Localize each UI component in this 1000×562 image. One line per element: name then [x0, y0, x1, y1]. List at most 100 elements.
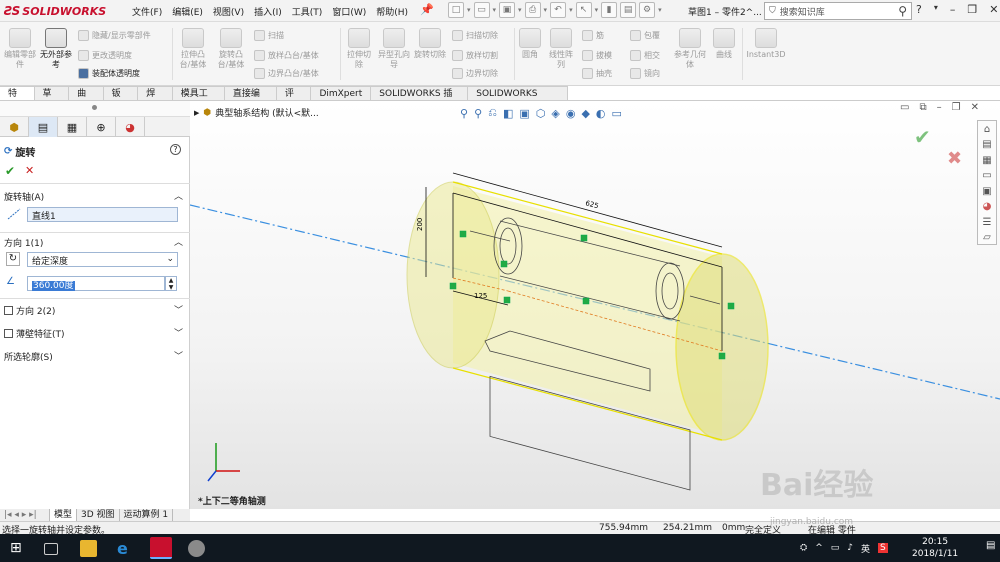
lofted-cut-button[interactable]: 放样切割 — [452, 50, 498, 61]
no-external-refs-button[interactable]: 无外部参考 — [40, 28, 72, 70]
taskbar-clock[interactable]: 20:15 2018/1/11 — [912, 536, 958, 560]
reverse-direction-icon[interactable]: ↻ — [6, 252, 20, 266]
search-box[interactable]: ⛉ 搜索知识库 ⚲ — [764, 2, 912, 20]
menu-window[interactable]: 窗口(W) — [330, 4, 368, 19]
display-manager-icon[interactable]: ◕ — [116, 117, 145, 137]
tab-dimxpert[interactable]: DimXpert — [311, 86, 372, 101]
boundary-cut-button[interactable]: 边界切除 — [452, 68, 498, 79]
expand-chevron-icon[interactable]: ﹀ — [174, 349, 183, 362]
thin-feature-header[interactable]: 薄壁特征(T) — [4, 327, 65, 340]
swept-cut-button[interactable]: 扫描切除 — [452, 30, 498, 41]
rebuild-icon[interactable]: ▮ — [601, 2, 618, 18]
solidworks-taskbar-icon[interactable] — [150, 537, 172, 559]
tab-sheet-metal[interactable]: 钣金 — [103, 86, 139, 113]
dimension-length[interactable]: 625 — [584, 199, 599, 210]
select-icon[interactable]: ↖ — [575, 2, 592, 18]
feature-manager-icon[interactable]: ⬢ — [0, 117, 29, 137]
assembly-transparency-button[interactable]: 装配体透明度 — [78, 68, 140, 79]
angle-spinner[interactable]: ▲ ▼ — [165, 276, 177, 291]
draft-button[interactable]: 拔模 — [582, 50, 612, 61]
forum-icon[interactable]: ▱ — [980, 232, 995, 245]
tray-ime-label[interactable]: 英 — [861, 542, 870, 555]
graphics-area[interactable]: ▶ ⬢ 典型轴系结构 (默认<默... ⚲ ⚲ ⎌ ◧ ▣ ⬡ ◈ ◉ ◆ ◐ … — [190, 101, 1000, 509]
axis-of-revolution-header[interactable]: 旋转轴(A) — [4, 190, 44, 203]
axis-selection-field[interactable]: 直线1 — [27, 207, 178, 222]
open-icon[interactable]: ▭ — [473, 2, 490, 18]
fillet-button[interactable]: 圆角 — [518, 28, 542, 60]
tray-network-icon[interactable]: ▭ — [831, 543, 840, 553]
tab-features[interactable]: 特征 — [0, 86, 35, 113]
view-palette-icon[interactable]: ▣ — [980, 185, 995, 198]
minimize-icon[interactable]: – — [950, 3, 956, 16]
menu-help[interactable]: 帮助(H) — [374, 4, 410, 19]
internet-explorer-icon[interactable]: e — [117, 540, 134, 557]
file-properties-icon[interactable]: ▤ — [620, 2, 637, 18]
tray-sogou-icon[interactable]: S — [878, 543, 888, 553]
appearances-icon[interactable]: ◕ — [980, 201, 995, 214]
revolved-cut-button[interactable]: 旋转切除 — [414, 28, 446, 60]
collapse-chevron-icon[interactable]: ︿ — [174, 235, 183, 248]
solidworks-logo[interactable]: ƧS SOLIDWORKS — [4, 3, 106, 19]
menu-view[interactable]: 视图(V) — [211, 4, 246, 19]
tab-3d-view[interactable]: 3D 视图 — [77, 509, 120, 521]
wrap-button[interactable]: 包覆 — [630, 30, 660, 41]
angle-input[interactable]: 360.00度 — [27, 276, 165, 291]
curves-button[interactable]: 曲线 — [710, 28, 738, 60]
menu-tools[interactable]: 工具(T) — [290, 4, 325, 19]
pin-icon[interactable]: 📌 — [420, 3, 434, 16]
extruded-cut-button[interactable]: 拉伸切除 — [344, 28, 374, 70]
notifications-icon[interactable]: ▤ — [986, 540, 995, 551]
direction1-header[interactable]: 方向 1(1) — [4, 236, 43, 249]
lofted-boss-button[interactable]: 放样凸台/基体 — [254, 50, 319, 61]
file-explorer-taskbar-icon[interactable] — [80, 540, 97, 557]
save-icon[interactable]: ▣ — [499, 2, 516, 18]
mirror-button[interactable]: 镜向 — [630, 68, 660, 79]
new-document-icon[interactable]: □ — [448, 2, 464, 18]
tab-surfaces[interactable]: 曲面 — [69, 86, 104, 113]
ok-checkmark-button[interactable]: ✔ — [5, 164, 15, 178]
expand-chevron-icon[interactable]: ﹀ — [174, 303, 183, 316]
configuration-manager-icon[interactable]: ▦ — [58, 117, 87, 137]
selected-contours-header[interactable]: 所选轮廓(S) — [4, 350, 53, 363]
rib-button[interactable]: 筋 — [582, 30, 604, 41]
custom-properties-icon[interactable]: ☰ — [980, 216, 995, 229]
print-icon[interactable]: ⎙ — [524, 2, 541, 18]
menu-file[interactable]: 文件(F) — [130, 4, 164, 19]
task-view-icon[interactable] — [44, 543, 58, 555]
restore-icon[interactable]: ❐ — [967, 3, 977, 16]
tray-volume-icon[interactable]: ♪ — [847, 543, 853, 553]
help-icon[interactable]: ? — [916, 3, 922, 16]
tab-sketch[interactable]: 草图 — [34, 86, 70, 113]
app-taskbar-icon[interactable] — [188, 540, 205, 557]
tab-direct-editing[interactable]: 直接编辑 — [224, 86, 277, 113]
tray-people-icon[interactable]: ⛭ — [800, 543, 807, 553]
dimension-offset[interactable]: 125 — [474, 292, 487, 300]
menu-edit[interactable]: 编辑(E) — [170, 4, 205, 19]
panel-splitter[interactable] — [0, 101, 190, 117]
instant3d-button[interactable]: Instant3D — [746, 28, 786, 60]
dimxpert-manager-icon[interactable]: ⊕ — [87, 117, 116, 137]
end-condition-select[interactable]: 给定深度 ⌄ — [27, 252, 178, 267]
change-transparency-button[interactable]: 更改透明度 — [78, 50, 132, 61]
cancel-x-button[interactable]: ✕ — [25, 164, 34, 177]
edit-part-button[interactable]: 编辑零部件 — [4, 28, 36, 70]
boundary-boss-button[interactable]: 边界凸台/基体 — [254, 68, 319, 79]
tab-addins[interactable]: SOLIDWORKS 插件 — [371, 86, 469, 113]
tab-nav-arrows[interactable]: |◂ ◂ ▸ ▸| — [0, 509, 50, 521]
extruded-boss-button[interactable]: 拉伸凸台/基体 — [176, 28, 210, 70]
search-icon[interactable]: ⚲ — [898, 4, 907, 18]
undo-icon[interactable]: ↶ — [550, 2, 567, 18]
options-gear-icon[interactable]: ⚙ — [639, 2, 656, 18]
swept-boss-button[interactable]: 扫描 — [254, 30, 284, 41]
tray-expand-icon[interactable]: ^ — [815, 543, 823, 553]
hole-wizard-button[interactable]: 异型孔向导 — [378, 28, 410, 70]
menu-insert[interactable]: 插入(I) — [252, 4, 284, 19]
intersect-button[interactable]: 相交 — [630, 50, 660, 61]
resources-icon[interactable]: ▤ — [980, 139, 995, 152]
help-circle-icon[interactable]: ? — [170, 144, 181, 155]
dimension-height[interactable]: 200 — [416, 218, 424, 231]
direction2-checkbox[interactable] — [4, 306, 13, 315]
hide-show-components-button[interactable]: 隐藏/显示零部件 — [78, 30, 151, 41]
linear-pattern-button[interactable]: 线性阵列 — [546, 28, 576, 70]
property-manager-icon[interactable]: ▤ — [29, 117, 58, 137]
